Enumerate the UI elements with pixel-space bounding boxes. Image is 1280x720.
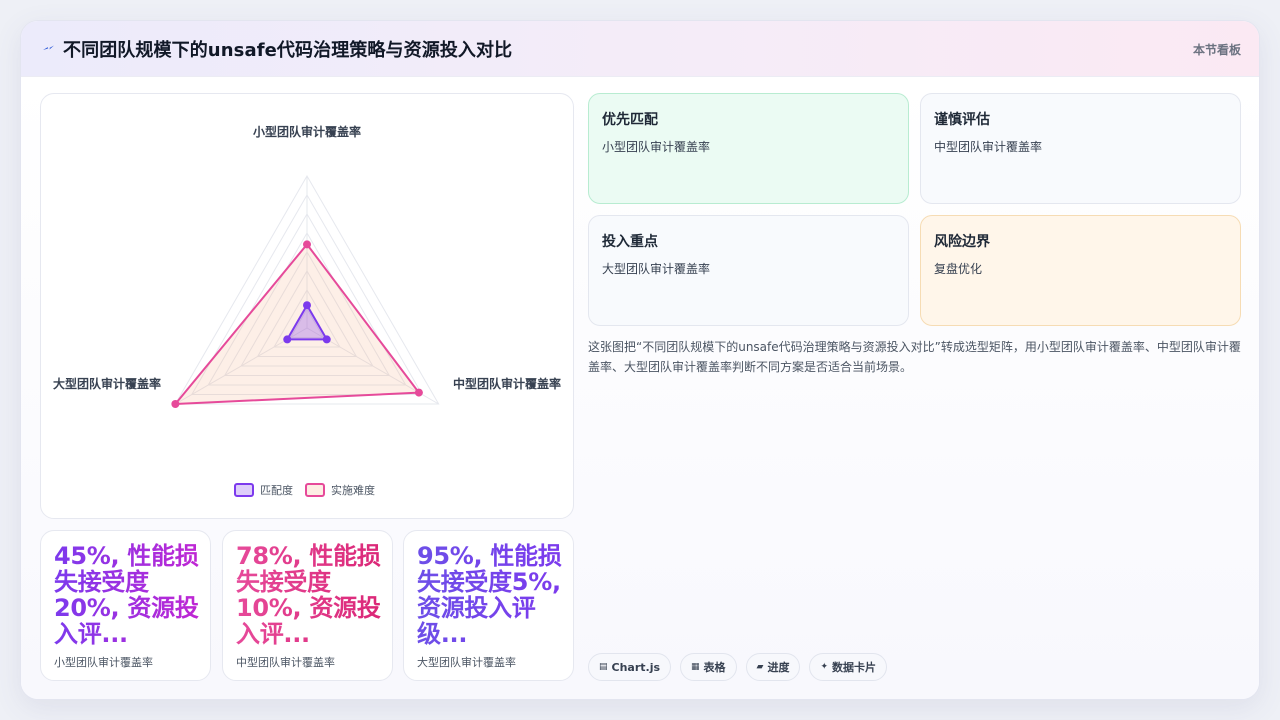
radar-axis-label: 中型团队审计覆盖率 [453,376,561,391]
radar-point [414,388,423,397]
metric-value: 95%, 性能损失接受度5%, 资源投入评级... [417,542,562,648]
option-title: 谨慎评估 [934,112,990,128]
legend-swatch [234,483,254,497]
sparkle-icon: ✦ [820,662,829,672]
matrix-description: 这张图把“不同团队规模下的unsafe代码治理策略与资源投入对比”转成选型矩阵，… [588,340,1241,374]
chip-table[interactable]: ▦ 表格 [680,653,737,681]
section-tag: 本节看板 [1192,43,1241,57]
chip-label: 进度 [767,661,790,674]
progress-icon: ▰ [756,662,764,672]
chip-label: 表格 [703,661,726,674]
legend-label: 实施难度 [331,483,375,497]
panel-header: 不同团队规模下的unsafe代码治理策略与资源投入对比 本节看板 [21,21,1259,77]
lightning-icon [43,45,54,50]
metric-label: 大型团队审计覆盖率 [417,656,516,669]
radar-axis-label: 小型团队审计覆盖率 [253,124,361,139]
option-card-priority[interactable]: 优先匹配 小型团队审计覆盖率 [588,93,909,204]
radar-point [283,335,292,344]
legend-swatch [305,483,325,497]
table-icon: ▦ [691,662,700,672]
tech-chips: ▤ Chart.js ▦ 表格 ▰ 进度 ✦ 数据卡片 [588,653,888,681]
radar-point [171,400,180,408]
option-title: 风险边界 [934,234,990,250]
metric-value: 45%, 性能损失接受度20%, 资源投入评... [54,542,199,648]
metric-value: 78%, 性能损失接受度10%, 资源投入评... [236,542,381,648]
option-subtitle: 复盘优化 [934,262,983,276]
option-subtitle: 大型团队审计覆盖率 [602,262,711,276]
option-card-risk[interactable]: 风险边界 复盘优化 [920,215,1241,326]
legend-label: 匹配度 [260,483,293,497]
chip-chartjs[interactable]: ▤ Chart.js [588,653,672,681]
metric-label: 小型团队审计覆盖率 [54,656,153,669]
chip-label: Chart.js [611,660,661,674]
chart-icon: ▤ [599,662,608,672]
option-subtitle: 中型团队审计覆盖率 [934,140,1043,154]
metric-card-large: 95%, 性能损失接受度5%, 资源投入评级... 大型团队审计覆盖率 [403,530,574,681]
chip-label: 数据卡片 [832,661,877,674]
metric-label: 中型团队审计覆盖率 [236,656,335,669]
option-subtitle: 小型团队审计覆盖率 [602,140,711,154]
radar-chart: 小型团队审计覆盖率中型团队审计覆盖率 大型团队审计覆盖率匹配度 实施难度 [53,124,561,497]
metric-card-medium: 78%, 性能损失接受度10%, 资源投入评... 中型团队审计覆盖率 [222,530,393,681]
radar-axis-label: 大型团队审计覆盖率 [53,376,161,391]
radar-chart-card: 小型团队审计覆盖率中型团队审计覆盖率 大型团队审计覆盖率匹配度 实施难度 [40,93,574,519]
option-title: 投入重点 [602,234,658,250]
radar-point [303,240,311,249]
chip-data-card[interactable]: ✦ 数据卡片 [809,653,888,681]
option-title: 优先匹配 [602,112,658,128]
metric-card-small: 45%, 性能损失接受度20%, 资源投入评... 小型团队审计覆盖率 [40,530,211,681]
option-card-careful[interactable]: 谨慎评估 中型团队审计覆盖率 [920,93,1241,204]
radar-point [322,335,331,344]
chip-progress[interactable]: ▰ 进度 [745,653,801,681]
dashboard-panel: 不同团队规模下的unsafe代码治理策略与资源投入对比 本节看板 小型团队审计覆… [20,20,1260,700]
option-card-focus[interactable]: 投入重点 大型团队审计覆盖率 [588,215,909,326]
radar-point [303,301,311,310]
page-title: 不同团队规模下的unsafe代码治理策略与资源投入对比 [63,40,513,61]
